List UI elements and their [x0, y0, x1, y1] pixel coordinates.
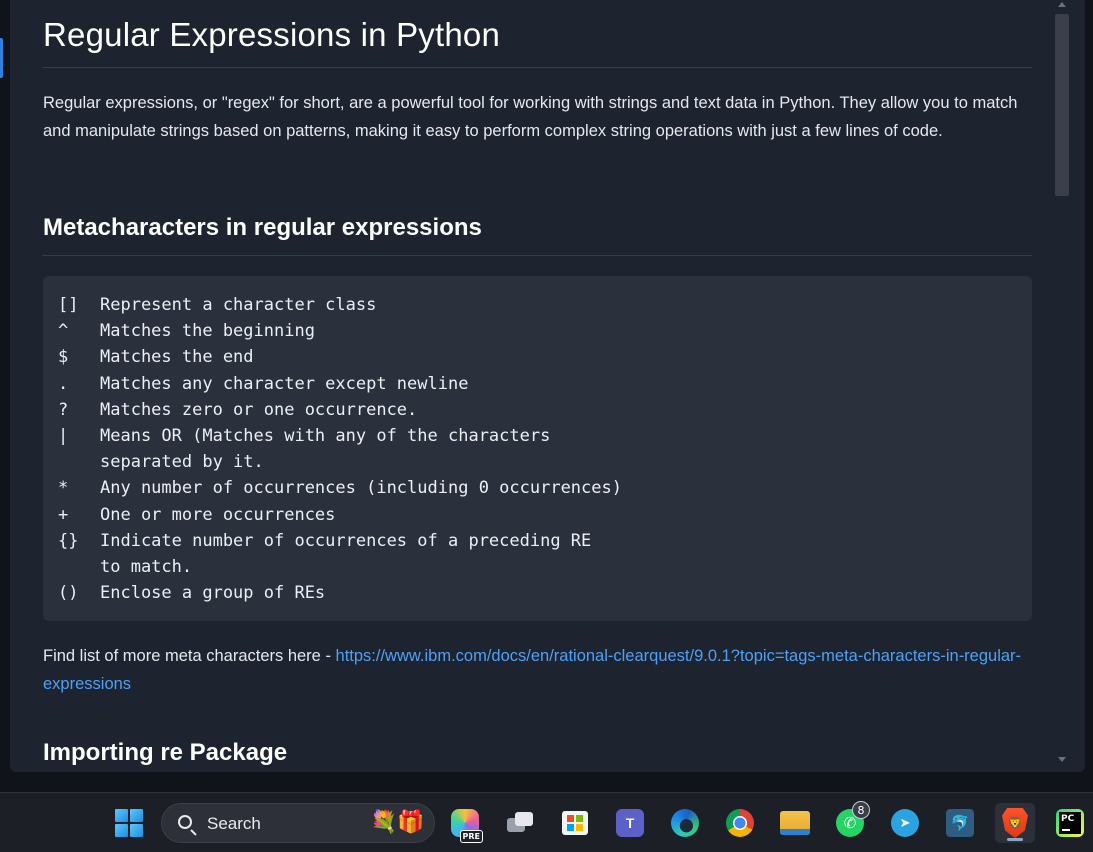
telegram-button[interactable]: ➤ — [885, 803, 925, 843]
edge-button[interactable] — [665, 803, 705, 843]
metacharacter-description: Matches any character except newline — [100, 373, 469, 394]
section-divider — [43, 255, 1032, 256]
copilot-button[interactable]: PRE — [445, 803, 485, 843]
brave-icon: 🦁 — [1002, 808, 1028, 838]
code-line: + One or more occurrences — [58, 502, 1017, 528]
code-line: separated by it. — [58, 449, 1017, 475]
code-line: ^ Matches the beginning — [58, 318, 1017, 344]
task-view-button[interactable] — [500, 803, 540, 843]
code-line: * Any number of occurrences (including 0 … — [58, 475, 1017, 501]
metacharacter-description: One or more occurrences — [100, 504, 336, 525]
taskbar: Search 💐🎁 PRE T ✆ 8 ➤ 🐬 🦁 PC — [0, 792, 1093, 852]
metacharacter-symbol: * — [58, 478, 69, 499]
metacharacter-symbol: [] — [58, 295, 79, 315]
microsoft-store-icon — [562, 811, 588, 835]
code-line: | Means OR (Matches with any of the chara… — [58, 423, 1017, 449]
microsoft-store-button[interactable] — [555, 803, 595, 843]
code-line: $ Matches the end — [58, 344, 1017, 370]
metacharacter-description: Represent a character class — [100, 295, 377, 315]
whatsapp-notification-badge: 8 — [852, 801, 870, 819]
vertical-scrollbar[interactable] — [1052, 0, 1072, 772]
metacharacter-description: Any number of occurrences (including 0 o… — [100, 478, 622, 499]
code-line: () Enclose a group of REs — [58, 580, 1017, 606]
metacharacter-description: Enclose a group of REs — [100, 583, 326, 604]
chrome-icon — [726, 809, 754, 837]
search-label: Search — [207, 814, 261, 833]
copilot-icon: PRE — [451, 809, 483, 843]
whatsapp-icon: ✆ 8 — [836, 801, 870, 837]
teams-button[interactable]: T — [610, 803, 650, 843]
start-button[interactable] — [109, 803, 149, 843]
scrollbar-thumb[interactable] — [1055, 14, 1069, 196]
file-explorer-icon — [780, 811, 810, 835]
page-title: Regular Expressions in Python — [43, 16, 501, 53]
metacharacter-symbol: {} — [58, 530, 79, 551]
metacharacters-heading: Metacharacters in regular expressions — [43, 214, 482, 241]
metacharacter-description: Matches the beginning — [100, 321, 315, 342]
taskbar-search-box[interactable]: Search 💐🎁 — [161, 803, 435, 843]
chrome-button[interactable] — [720, 803, 760, 843]
teams-icon: T — [616, 809, 644, 837]
code-line: [] Represent a character class — [58, 292, 1017, 318]
title-divider — [43, 67, 1032, 68]
telegram-icon: ➤ — [891, 809, 919, 837]
mysql-workbench-icon: 🐬 — [946, 809, 974, 837]
pycharm-label: PC — [1059, 812, 1081, 834]
active-app-indicator — [1007, 838, 1023, 841]
metacharacter-symbol: + — [58, 504, 69, 525]
metacharacter-description: to match. — [100, 557, 193, 578]
metacharacter-symbol: () — [58, 583, 79, 604]
search-icon — [178, 815, 192, 829]
intro-paragraph: Regular expressions, or "regex" for shor… — [43, 94, 1018, 140]
find-list-paragraph: Find list of more meta characters here -… — [43, 642, 1033, 698]
mysql-workbench-button[interactable]: 🐬 — [940, 803, 980, 843]
code-line: ? Matches zero or one occurrence. — [58, 397, 1017, 423]
metacharacter-symbol: ? — [58, 399, 69, 420]
metacharacter-symbol: | — [58, 426, 69, 447]
metacharacter-symbol: ^ — [58, 321, 69, 342]
metacharacter-symbol — [58, 554, 100, 580]
brave-button[interactable]: 🦁 — [995, 803, 1035, 843]
browser-viewport: Regular Expressions in Python Regular ex… — [0, 0, 1093, 772]
metacharacter-symbol: $ — [58, 347, 69, 368]
article: Regular Expressions in Python Regular ex… — [10, 0, 1085, 772]
whatsapp-button[interactable]: ✆ 8 — [830, 801, 870, 843]
pycharm-button[interactable]: PC — [1050, 803, 1090, 843]
metacharacter-description: Indicate number of occurrences of a prec… — [100, 530, 592, 551]
task-view-icon — [507, 812, 533, 834]
metacharacter-description: Means OR (Matches with any of the charac… — [100, 426, 551, 447]
scroll-up-arrow-icon[interactable] — [1058, 2, 1066, 7]
code-line: to match. — [58, 554, 1017, 580]
windows-logo-icon — [115, 809, 143, 837]
scroll-down-arrow-icon[interactable] — [1058, 757, 1066, 762]
importing-re-heading: Importing re Package — [43, 739, 288, 766]
metacharacter-description: separated by it. — [100, 452, 264, 473]
side-panel-indicator[interactable] — [0, 38, 3, 78]
code-line: {} Indicate number of occurrences of a pr… — [58, 528, 1017, 554]
pycharm-icon: PC — [1056, 809, 1084, 837]
metacharacter-description: Matches the end — [100, 347, 254, 368]
metacharacter-description: Matches zero or one occurrence. — [100, 399, 418, 420]
metacharacter-symbol: . — [58, 373, 69, 394]
file-explorer-button[interactable] — [775, 803, 815, 843]
copilot-pre-badge: PRE — [459, 830, 483, 843]
find-list-text: Find list of more meta characters here - — [43, 647, 336, 665]
edge-icon — [671, 809, 699, 837]
metacharacter-symbol — [58, 449, 100, 475]
search-highlight-gift-icon: 💐🎁 — [370, 809, 425, 834]
metacharacters-code-block: [] Represent a character class ^ Matches th… — [43, 276, 1032, 621]
code-line: . Matches any character except newline — [58, 371, 1017, 397]
